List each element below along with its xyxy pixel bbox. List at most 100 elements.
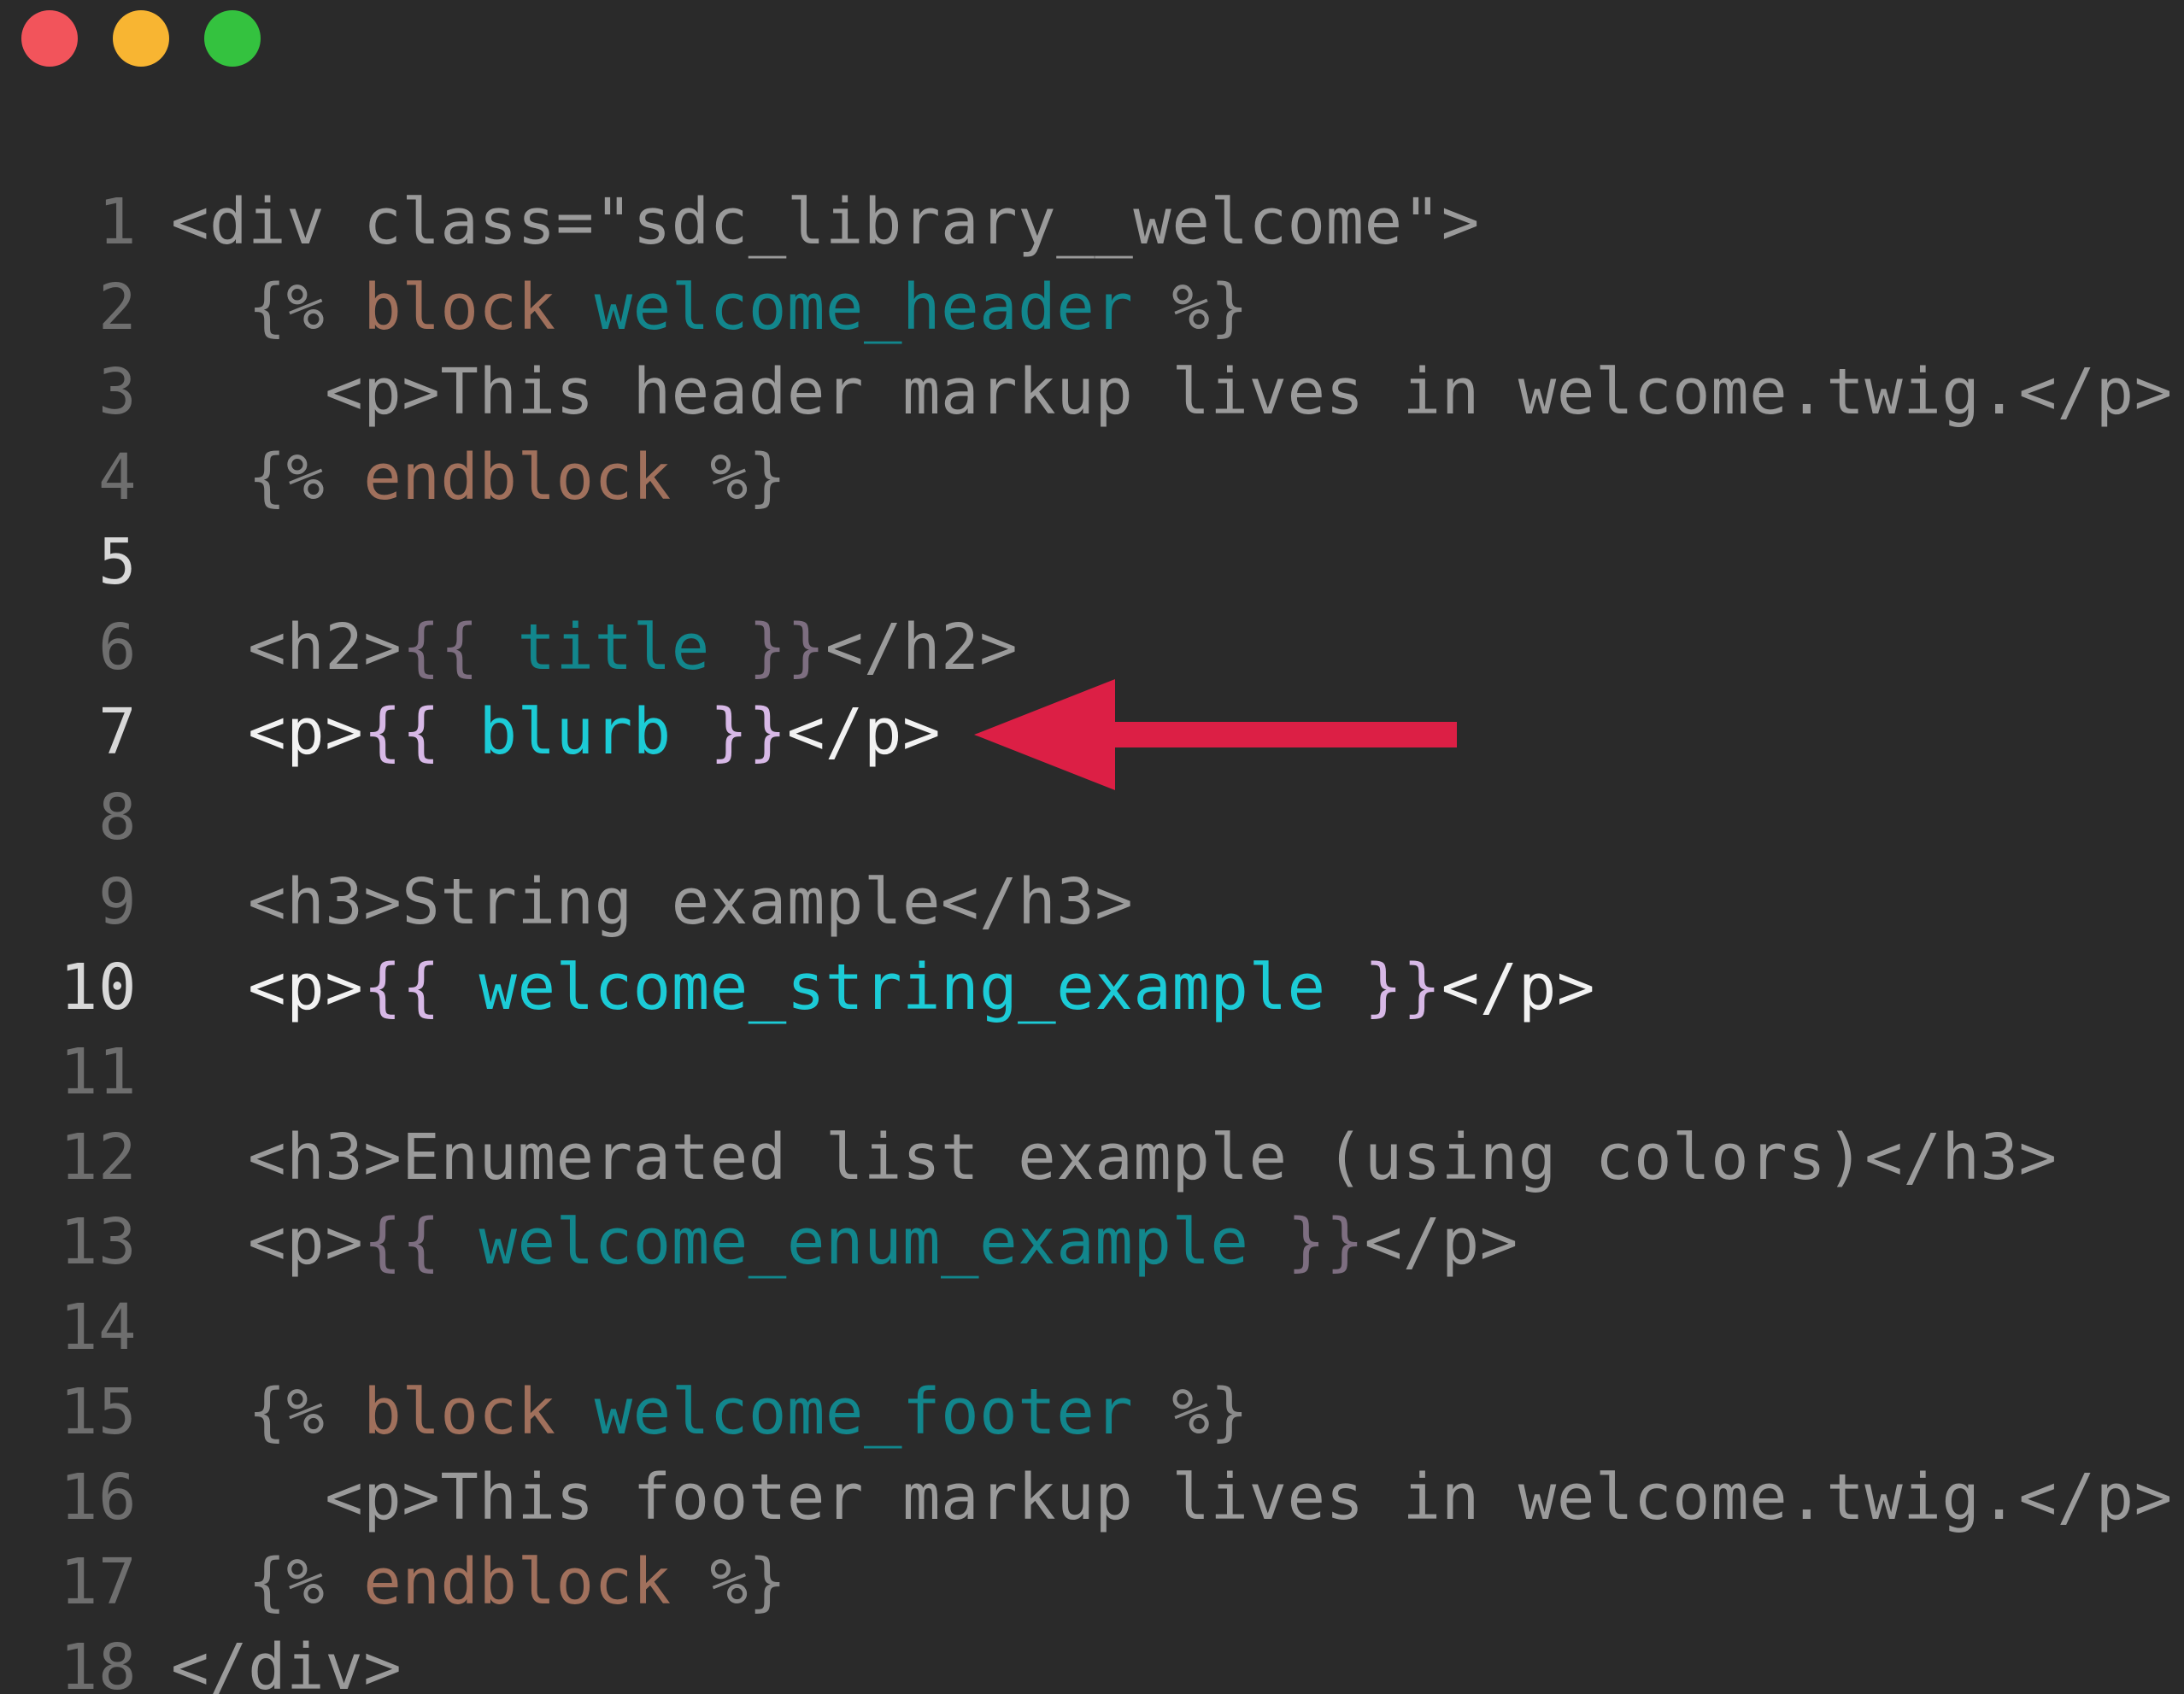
code-token: }} bbox=[1287, 1205, 1365, 1279]
line-number: 14 bbox=[59, 1290, 137, 1364]
code-token: {{ bbox=[363, 950, 441, 1024]
line-number: 8 bbox=[97, 780, 137, 854]
code-line: 1 <div class="sdc_library__welcome"> bbox=[0, 179, 1480, 265]
code-token: title bbox=[517, 610, 710, 684]
code-line: 7 <p>{{ blurb }} </p> bbox=[0, 689, 941, 775]
code-line: 12 <h3>Enumerated list example (using co… bbox=[0, 1115, 2058, 1200]
code-line: 5 bbox=[0, 519, 171, 605]
code-token: {% bbox=[248, 1545, 326, 1619]
code-line: 4 {% endblock %} bbox=[0, 435, 787, 520]
code-token: </div> bbox=[171, 1630, 402, 1694]
code-token: <h2> bbox=[171, 610, 402, 684]
code-line: 18 </div> bbox=[0, 1625, 402, 1694]
code-line: 2 {% block welcome_header %} bbox=[0, 265, 1249, 350]
code-token: welcome_enum_example bbox=[478, 1205, 1249, 1279]
code-token: {{ bbox=[363, 695, 441, 769]
code-token: %} bbox=[671, 1545, 787, 1619]
code-token: {{ bbox=[402, 610, 479, 684]
code-token: </p> bbox=[786, 695, 942, 769]
line-number: 17 bbox=[59, 1545, 137, 1619]
code-token: {{ bbox=[363, 1205, 441, 1279]
line-number: 16 bbox=[59, 1460, 137, 1534]
code-token: block bbox=[363, 1375, 556, 1449]
code-token: <p> bbox=[171, 695, 364, 769]
code-line: 3 <p>This header markup lives in welcome… bbox=[0, 349, 2173, 435]
line-number: 1 bbox=[97, 185, 137, 259]
code-token: blurb bbox=[478, 695, 672, 769]
minimize-button[interactable] bbox=[113, 10, 169, 67]
code-line: 6 <h2>{{ title }} </h2> bbox=[0, 605, 1018, 690]
line-number: 4 bbox=[97, 440, 137, 514]
code-token: {% bbox=[248, 1375, 326, 1449]
code-token: </h2> bbox=[825, 610, 1019, 684]
code-token: <div class="sdc_library__welcome"> bbox=[171, 185, 1480, 259]
code-line: 16 <p>This footer markup lives in welcom… bbox=[0, 1455, 2173, 1540]
code-window: 1 <div class="sdc_library__welcome"> 2 {% … bbox=[0, 0, 2184, 1694]
code-token: {% bbox=[248, 440, 326, 514]
code-token: </p> bbox=[1364, 1205, 1518, 1279]
code-line: 15 {% block welcome_footer %} bbox=[0, 1369, 1249, 1455]
code-token: }} bbox=[709, 695, 787, 769]
code-token: <p>This header markup lives in welcome.t… bbox=[171, 355, 2173, 429]
line-number: 10 bbox=[59, 950, 137, 1024]
arrow-annotation-icon bbox=[974, 679, 1457, 790]
line-number: 12 bbox=[59, 1120, 137, 1194]
line-number: 6 bbox=[97, 610, 137, 684]
code-line: 13 <p>{{ welcome_enum_example }} </p> bbox=[0, 1199, 1518, 1285]
line-number: 3 bbox=[97, 355, 137, 429]
maximize-button[interactable] bbox=[204, 10, 261, 67]
code-token: %} bbox=[1133, 1375, 1249, 1449]
code-token: block bbox=[363, 270, 556, 344]
line-number: 5 bbox=[97, 525, 137, 599]
line-number: 2 bbox=[97, 270, 137, 344]
line-number: 13 bbox=[59, 1205, 137, 1279]
code-line: 11 bbox=[0, 1029, 171, 1115]
code-token: }} bbox=[1364, 950, 1441, 1024]
code-token: <p> bbox=[171, 950, 364, 1024]
code-line: 17 {% endblock %} bbox=[0, 1539, 787, 1625]
code-token: {% bbox=[248, 270, 326, 344]
code-token: <p> bbox=[171, 1205, 364, 1279]
window-controls bbox=[21, 10, 261, 67]
code-line: 8 bbox=[0, 775, 171, 860]
code-line: 9 <h3>String example</h3> bbox=[0, 859, 1133, 945]
code-token: %} bbox=[671, 440, 787, 514]
close-button[interactable] bbox=[21, 10, 78, 67]
code-token: <h3>Enumerated list example (using color… bbox=[171, 1120, 2058, 1194]
code-token: welcome_string_example bbox=[478, 950, 1326, 1024]
line-number: 15 bbox=[59, 1375, 137, 1449]
code-token: welcome_footer bbox=[594, 1375, 1134, 1449]
code-token: }} bbox=[748, 610, 825, 684]
code-token: %} bbox=[1133, 270, 1249, 344]
code-token: endblock bbox=[363, 1545, 672, 1619]
line-number: 7 bbox=[97, 695, 137, 769]
code-token: <h3>String example</h3> bbox=[171, 865, 1134, 939]
code-line: 10 <p>{{ welcome_string_example }} </p> bbox=[0, 945, 1595, 1030]
code-token: </p> bbox=[1441, 950, 1595, 1024]
code-token: endblock bbox=[363, 440, 672, 514]
code-token: welcome_header bbox=[594, 270, 1134, 344]
code-line: 14 bbox=[0, 1285, 171, 1370]
line-number: 9 bbox=[97, 865, 137, 939]
code-token: <p>This footer markup lives in welcome.t… bbox=[171, 1460, 2173, 1534]
line-number: 11 bbox=[59, 1035, 137, 1109]
line-number: 18 bbox=[59, 1630, 137, 1694]
